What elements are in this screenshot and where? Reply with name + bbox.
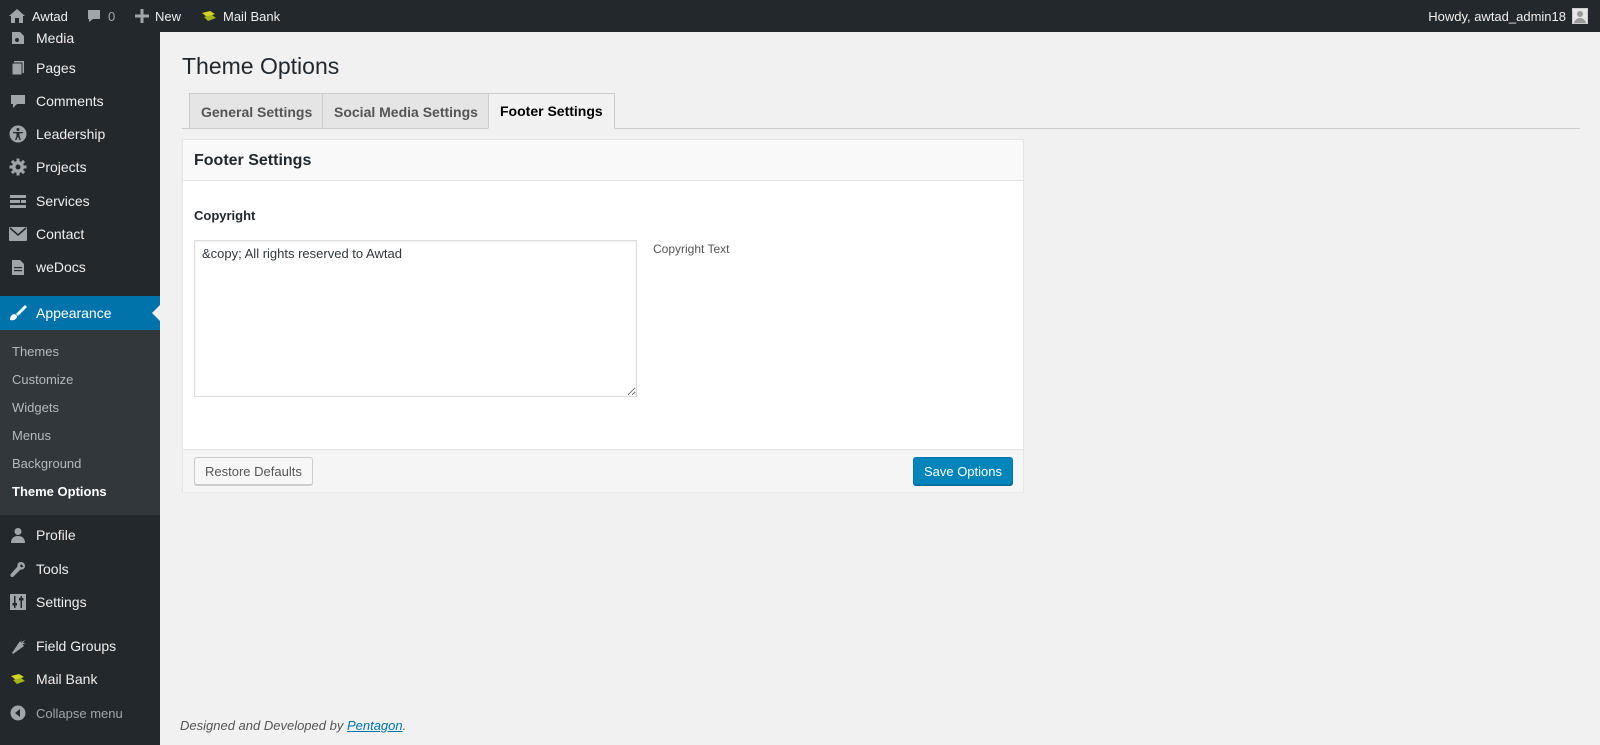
sidebar-item-label: Field Groups bbox=[36, 638, 117, 654]
mail-bank-link[interactable]: Mail Bank bbox=[201, 0, 280, 32]
sidebar-item-pages[interactable]: Pages bbox=[0, 51, 160, 85]
sidebar-item-tools[interactable]: Tools bbox=[0, 552, 160, 586]
copyright-description: Copyright Text bbox=[653, 242, 730, 256]
pages-icon bbox=[0, 60, 36, 76]
submenu-item-customize[interactable]: Customize bbox=[12, 372, 73, 387]
footer-settings-panel: Footer Settings Copyright &copy; All rig… bbox=[182, 139, 1024, 492]
sidebar-item-label: Profile bbox=[36, 527, 76, 543]
wrench-icon bbox=[0, 561, 36, 577]
active-indicator-arrow bbox=[152, 305, 160, 321]
tab-footer-settings[interactable]: Footer Settings bbox=[488, 93, 615, 129]
panel-header: Footer Settings bbox=[183, 140, 1023, 181]
submenu-item-widgets[interactable]: Widgets bbox=[12, 400, 59, 415]
footer-credit: Designed and Developed by Pentagon. bbox=[180, 718, 406, 733]
collapse-menu-button[interactable]: Collapse menu bbox=[0, 696, 160, 730]
tabs-divider bbox=[182, 128, 1580, 129]
sidebar-item-label: Tools bbox=[36, 561, 69, 577]
appearance-submenu: Themes Customize Widgets Menus Backgroun… bbox=[0, 330, 160, 515]
copyright-textarea[interactable]: &copy; All rights reserved to Awtad bbox=[194, 240, 637, 397]
sidebar-item-label: Pages bbox=[36, 60, 76, 76]
submenu-item-background[interactable]: Background bbox=[12, 456, 81, 471]
sidebar-item-profile[interactable]: Profile bbox=[0, 518, 160, 552]
mail-icon bbox=[0, 227, 36, 241]
mail-bank-label: Mail Bank bbox=[223, 8, 281, 24]
sidebar-item-appearance[interactable]: Appearance bbox=[0, 296, 160, 330]
panel-title: Footer Settings bbox=[194, 152, 312, 169]
document-icon bbox=[0, 259, 36, 276]
tab-general-settings[interactable]: General Settings bbox=[189, 93, 325, 129]
carrot-icon bbox=[0, 637, 36, 655]
howdy-text: Howdy, awtad_admin18 bbox=[1428, 8, 1566, 24]
sidebar-item-label: Projects bbox=[36, 159, 87, 175]
sidebar-item-label: weDocs bbox=[36, 259, 86, 275]
services-icon bbox=[0, 194, 36, 208]
copyright-label: Copyright bbox=[194, 208, 256, 223]
submenu-item-menus[interactable]: Menus bbox=[12, 428, 51, 443]
sidebar-item-services[interactable]: Services bbox=[0, 184, 160, 218]
pentagon-link[interactable]: Pentagon bbox=[347, 718, 403, 733]
page-title: Theme Options bbox=[182, 53, 340, 79]
sidebar-item-label: Collapse menu bbox=[36, 705, 123, 721]
panel-footer: Restore Defaults Save Options bbox=[183, 449, 1023, 492]
submenu-item-theme-options[interactable]: Theme Options bbox=[12, 484, 107, 499]
admin-bar: Awtad 0 New Mail Bank Howdy, awtad_admin… bbox=[0, 0, 1600, 32]
sidebar-item-contact[interactable]: Contact bbox=[0, 217, 160, 251]
new-content-link[interactable]: New bbox=[135, 0, 181, 32]
avatar bbox=[1572, 8, 1588, 24]
footer-credit-prefix: Designed and Developed by bbox=[180, 718, 347, 733]
home-icon bbox=[8, 8, 26, 24]
comment-icon bbox=[0, 93, 36, 109]
gear-icon bbox=[0, 158, 36, 176]
sidebar-item-settings[interactable]: Settings bbox=[0, 585, 160, 619]
sidebar-item-label: Media bbox=[36, 30, 75, 46]
sidebar-item-wedocs[interactable]: weDocs bbox=[0, 250, 160, 284]
sidebar-item-label: Mail Bank bbox=[36, 671, 98, 687]
sidebar-item-projects[interactable]: Projects bbox=[0, 150, 160, 184]
mailbank-icon bbox=[0, 672, 36, 686]
new-label: New bbox=[155, 8, 182, 24]
sidebar-item-label: Leadership bbox=[36, 126, 106, 142]
site-name: Awtad bbox=[32, 8, 68, 24]
footer-credit-suffix: . bbox=[402, 718, 407, 733]
sliders-icon bbox=[0, 594, 36, 610]
sidebar-item-label: Settings bbox=[36, 594, 87, 610]
mailbank-icon bbox=[201, 9, 217, 23]
sidebar-item-comments[interactable]: Comments bbox=[0, 84, 160, 118]
comment-icon bbox=[86, 8, 102, 24]
user-icon bbox=[0, 527, 36, 543]
accessibility-icon bbox=[0, 125, 36, 143]
account-menu[interactable]: Howdy, awtad_admin18 bbox=[1428, 0, 1588, 32]
collapse-icon bbox=[0, 705, 36, 721]
comments-link[interactable]: 0 bbox=[86, 0, 115, 32]
restore-defaults-button[interactable]: Restore Defaults bbox=[194, 457, 313, 485]
comments-count: 0 bbox=[108, 8, 116, 24]
admin-sidebar: Media Pages Comments Leadership Projects… bbox=[0, 30, 160, 745]
sidebar-item-mail-bank[interactable]: Mail Bank bbox=[0, 662, 160, 696]
save-options-button[interactable]: Save Options bbox=[912, 457, 1013, 485]
media-icon bbox=[0, 30, 36, 46]
sidebar-item-field-groups[interactable]: Field Groups bbox=[0, 629, 160, 663]
sidebar-item-leadership[interactable]: Leadership bbox=[0, 117, 160, 151]
sidebar-item-label: Contact bbox=[36, 226, 85, 242]
plus-icon bbox=[135, 9, 149, 23]
submenu-item-themes[interactable]: Themes bbox=[12, 344, 59, 359]
sidebar-item-label: Services bbox=[36, 193, 90, 209]
paintbrush-icon bbox=[0, 304, 36, 322]
tab-social-media-settings[interactable]: Social Media Settings bbox=[322, 93, 490, 129]
sidebar-item-label: Comments bbox=[36, 93, 104, 109]
sidebar-item-label: Appearance bbox=[36, 305, 112, 321]
site-name-link[interactable]: Awtad bbox=[8, 0, 68, 32]
